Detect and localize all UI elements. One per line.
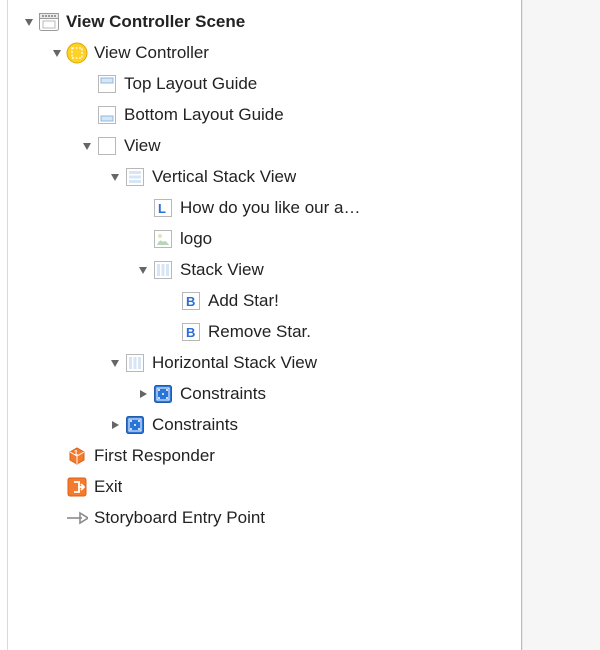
outline-row-vertical-stack[interactable]: Vertical Stack View	[8, 161, 521, 192]
svg-text:1: 1	[74, 450, 78, 457]
outline-row-constraints[interactable]: Constraints	[8, 378, 521, 409]
disclosure-triangle-open-icon[interactable]	[108, 170, 122, 184]
outline-label: View	[124, 136, 161, 156]
document-outline[interactable]: View Controller Scene View Controller To…	[8, 0, 522, 650]
disclosure-triangle-open-icon[interactable]	[50, 46, 64, 60]
outline-label: View Controller Scene	[66, 12, 245, 32]
outline-label: Horizontal Stack View	[152, 353, 317, 373]
outline-row-top-layout-guide[interactable]: Top Layout Guide	[8, 68, 521, 99]
outline-row-button-add[interactable]: B Add Star!	[8, 285, 521, 316]
outline-label: Vertical Stack View	[152, 167, 296, 187]
outline-label: Top Layout Guide	[124, 74, 257, 94]
outline-label: logo	[180, 229, 212, 249]
outline-label: First Responder	[94, 446, 215, 466]
layout-guide-top-icon	[96, 73, 118, 95]
entry-point-arrow-icon	[66, 507, 88, 529]
constraints-icon	[152, 383, 174, 405]
outline-row-entry-point[interactable]: Storyboard Entry Point	[8, 502, 521, 533]
outline-row-bottom-layout-guide[interactable]: Bottom Layout Guide	[8, 99, 521, 130]
outline-label: Add Star!	[208, 291, 279, 311]
imageview-icon	[152, 228, 174, 250]
scene-icon	[38, 11, 60, 33]
outline-row-label[interactable]: L How do you like our a…	[8, 192, 521, 223]
outline-row-first-responder[interactable]: 1 First Responder	[8, 440, 521, 471]
svg-text:B: B	[186, 325, 195, 340]
outline-row-constraints[interactable]: Constraints	[8, 409, 521, 440]
label-icon: L	[152, 197, 174, 219]
button-icon: B	[180, 290, 202, 312]
outline-row-view[interactable]: View	[8, 130, 521, 161]
layout-guide-bottom-icon	[96, 104, 118, 126]
outline-label: Exit	[94, 477, 122, 497]
disclosure-triangle-open-icon[interactable]	[136, 263, 150, 277]
outline-label: Constraints	[152, 415, 238, 435]
horizontal-stack-icon	[124, 352, 146, 374]
outline-row-inner-stack[interactable]: Stack View	[8, 254, 521, 285]
outline-row-button-remove[interactable]: B Remove Star.	[8, 316, 521, 347]
svg-text:L: L	[158, 201, 166, 216]
first-responder-icon: 1	[66, 445, 88, 467]
outline-row-scene[interactable]: View Controller Scene	[8, 6, 521, 37]
exit-icon	[66, 476, 88, 498]
horizontal-stack-icon	[152, 259, 174, 281]
outline-row-imageview[interactable]: logo	[8, 223, 521, 254]
outline-label: Constraints	[180, 384, 266, 404]
outline-row-exit[interactable]: Exit	[8, 471, 521, 502]
constraints-icon	[124, 414, 146, 436]
outline-row-view-controller[interactable]: View Controller	[8, 37, 521, 68]
view-controller-icon	[66, 42, 88, 64]
button-icon: B	[180, 321, 202, 343]
view-icon	[96, 135, 118, 157]
outline-label: View Controller	[94, 43, 209, 63]
outline-label: Storyboard Entry Point	[94, 508, 265, 528]
disclosure-triangle-closed-icon[interactable]	[136, 387, 150, 401]
disclosure-triangle-open-icon[interactable]	[108, 356, 122, 370]
disclosure-triangle-open-icon[interactable]	[80, 139, 94, 153]
disclosure-triangle-open-icon[interactable]	[22, 15, 36, 29]
outline-label: Stack View	[180, 260, 264, 280]
svg-text:B: B	[186, 294, 195, 309]
outline-row-horizontal-stack[interactable]: Horizontal Stack View	[8, 347, 521, 378]
vertical-stack-icon	[124, 166, 146, 188]
outline-label: How do you like our a…	[180, 198, 360, 218]
canvas-area	[522, 0, 600, 650]
outline-label: Remove Star.	[208, 322, 311, 342]
outline-label: Bottom Layout Guide	[124, 105, 284, 125]
disclosure-triangle-closed-icon[interactable]	[108, 418, 122, 432]
